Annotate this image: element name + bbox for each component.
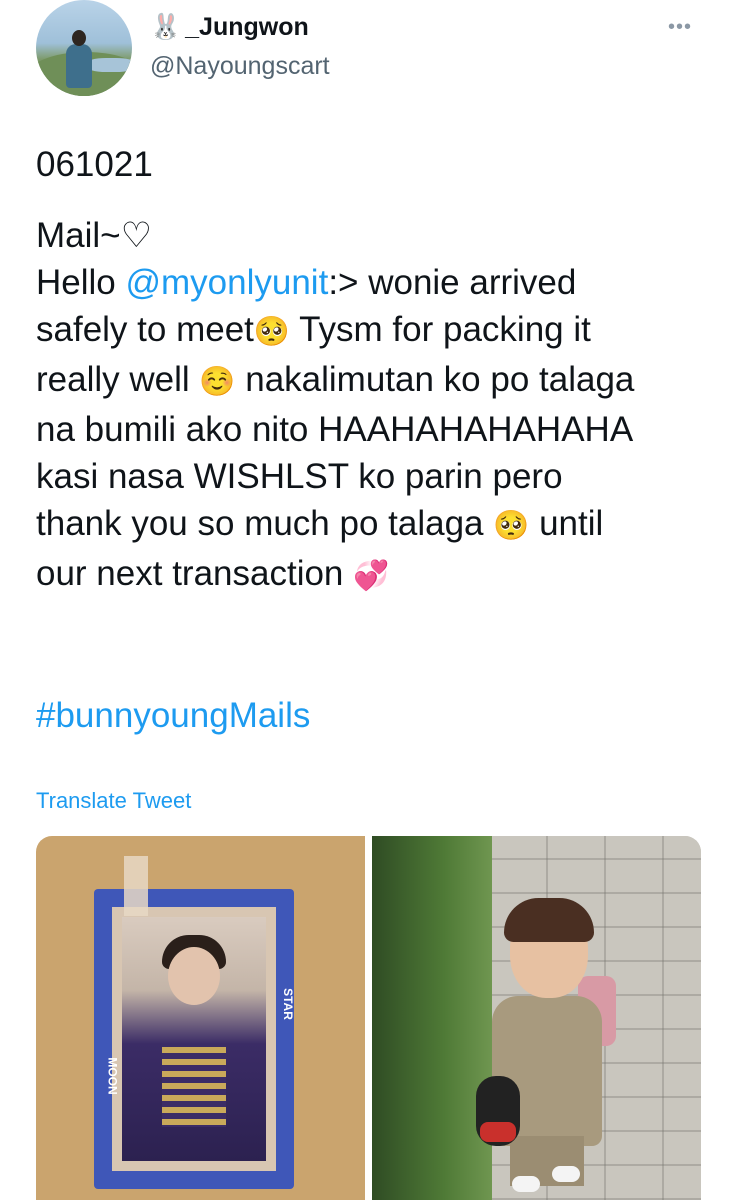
tweet-line: really well ☺️ nakalimutan ko po talaga xyxy=(36,356,716,406)
tweet-line: kasi nasa WISHLST ko parin pero xyxy=(36,453,716,500)
photocard-inner xyxy=(112,907,276,1171)
child-hair xyxy=(504,898,594,942)
mention-link[interactable]: @myonlyunit xyxy=(125,263,328,302)
more-options-icon[interactable]: ••• xyxy=(668,16,692,39)
tweet-line: Hello @myonlyunit:> wonie arrived xyxy=(36,259,716,306)
bush xyxy=(372,836,492,1200)
tweet-media: STAR MOON xyxy=(36,836,701,1200)
display-name[interactable]: _Jungwon xyxy=(185,12,309,42)
child-shoe xyxy=(552,1166,580,1182)
frame-text-star: STAR xyxy=(280,988,295,1020)
hashtag-link[interactable]: #bunnyoungMails xyxy=(36,692,310,739)
tweet-line-text: thank you so much po talaga xyxy=(36,504,494,543)
tweet-line-text: Mail~♡ xyxy=(36,216,152,255)
smiling-face-emoji-icon: ☺️ xyxy=(199,366,236,398)
photocard-tab xyxy=(124,856,148,916)
tweet-line-text: really well xyxy=(36,360,200,399)
tweet-body: Mail~♡ Hello @myonlyunit:> wonie arrived… xyxy=(36,212,716,600)
revolving-hearts-emoji-icon: 💞 xyxy=(353,560,390,592)
frame-text-moon: MOON xyxy=(105,1057,120,1095)
avatar-person-head xyxy=(72,30,86,46)
user-handle[interactable]: @Nayoungscart xyxy=(150,51,330,81)
photocard-frame: STAR MOON xyxy=(94,889,295,1189)
tweet-line: Mail~♡ xyxy=(36,212,716,259)
translate-tweet-link[interactable]: Translate Tweet xyxy=(36,787,191,815)
photocard-photo xyxy=(122,917,266,1161)
tweet-line-text: na bumili ako nito HAAHAHAHAHAHA xyxy=(36,410,634,449)
tweet-line-text: Tysm for packing it xyxy=(290,310,591,349)
bunny-emoji-icon: 🐰 xyxy=(150,13,182,41)
child-shoe xyxy=(512,1176,540,1192)
avatar-water xyxy=(86,58,132,72)
photocard-uniform xyxy=(162,1047,226,1127)
tweet-line: our next transaction 💞 xyxy=(36,550,716,600)
media-image-child[interactable] xyxy=(372,836,701,1200)
photocard-face xyxy=(168,947,220,1005)
tweet-line-text: kasi nasa WISHLST ko parin pero xyxy=(36,457,563,496)
display-name-row[interactable]: 🐰 _Jungwon xyxy=(150,12,309,42)
tweet-line: thank you so much po talaga 🥺 until xyxy=(36,500,716,550)
media-image-photocard[interactable]: STAR MOON xyxy=(36,836,365,1200)
pleading-face-emoji-icon: 🥺 xyxy=(253,316,290,348)
avatar[interactable] xyxy=(36,0,132,96)
tweet-line-text: Hello xyxy=(36,263,126,302)
pleading-face-emoji-icon: 🥺 xyxy=(493,510,530,542)
tweet-line-text: until xyxy=(529,504,604,543)
tweet-line-text: :> wonie arrived xyxy=(328,263,577,302)
avatar-person-body xyxy=(66,44,92,88)
plush-toy-shorts xyxy=(480,1122,516,1142)
tweet-line-text: our next transaction xyxy=(36,554,354,593)
tweet-date-line: 061021 xyxy=(36,145,153,184)
tweet-line-text: nakalimutan ko po talaga xyxy=(235,360,635,399)
tweet-line: safely to meet🥺 Tysm for packing it xyxy=(36,306,716,356)
tweet-line: na bumili ako nito HAAHAHAHAHAHA xyxy=(36,406,716,453)
tweet-line-text: safely to meet xyxy=(36,310,254,349)
